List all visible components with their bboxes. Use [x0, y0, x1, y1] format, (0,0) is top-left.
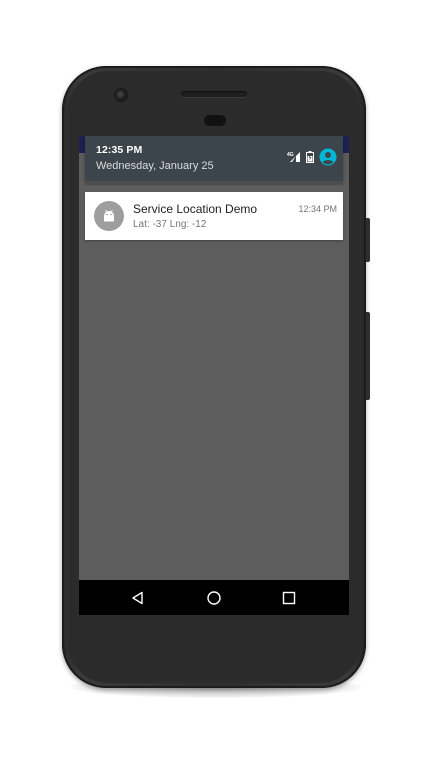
volume-button [366, 312, 370, 400]
screen: 12:35 PM Wednesday, January 25 4G Servic… [79, 136, 349, 615]
status-icons: 4G [287, 148, 337, 166]
notification-shade-header[interactable]: 12:35 PM Wednesday, January 25 4G [85, 136, 343, 181]
proximity-sensor [204, 115, 226, 126]
earpiece-speaker [181, 91, 247, 97]
notification-card[interactable]: Service Location Demo Lat: -37 Lng: -12 … [85, 192, 343, 240]
recents-icon[interactable] [280, 589, 298, 607]
account-icon[interactable] [319, 148, 337, 166]
navigation-bar [79, 580, 349, 615]
power-button [366, 218, 370, 262]
clock-date[interactable]: Wednesday, January 25 [96, 160, 214, 172]
back-icon[interactable] [129, 589, 147, 607]
signal-4g-icon: 4G [287, 151, 301, 163]
front-camera [115, 89, 127, 101]
home-icon[interactable] [205, 589, 223, 607]
notification-text: Lat: -37 Lng: -12 [133, 219, 207, 230]
device-mockup: 12:35 PM Wednesday, January 25 4G Servic… [0, 0, 431, 762]
battery-icon [306, 151, 314, 163]
network-label: 4G [287, 152, 294, 158]
shade-divider [85, 181, 343, 185]
notification-title: Service Location Demo [133, 202, 258, 216]
android-icon [94, 201, 124, 231]
clock-time: 12:35 PM [96, 144, 143, 156]
notification-time: 12:34 PM [298, 204, 337, 214]
